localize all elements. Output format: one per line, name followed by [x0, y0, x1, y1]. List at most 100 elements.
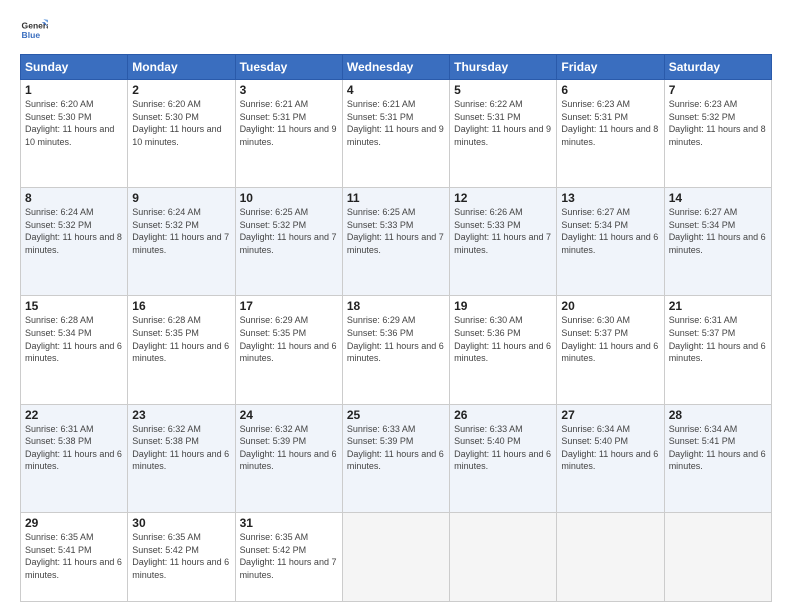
calendar-cell: 28 Sunrise: 6:34 AMSunset: 5:41 PMDaylig… [664, 404, 771, 512]
day-info: Sunrise: 6:30 AMSunset: 5:36 PMDaylight:… [454, 315, 551, 363]
calendar-cell: 6 Sunrise: 6:23 AMSunset: 5:31 PMDayligh… [557, 80, 664, 188]
calendar-week-row: 1 Sunrise: 6:20 AMSunset: 5:30 PMDayligh… [21, 80, 772, 188]
calendar-week-row: 15 Sunrise: 6:28 AMSunset: 5:34 PMDaylig… [21, 296, 772, 404]
calendar-header-row: SundayMondayTuesdayWednesdayThursdayFrid… [21, 55, 772, 80]
day-info: Sunrise: 6:33 AMSunset: 5:40 PMDaylight:… [454, 424, 551, 472]
day-number: 17 [240, 299, 338, 313]
day-number: 10 [240, 191, 338, 205]
day-info: Sunrise: 6:35 AMSunset: 5:42 PMDaylight:… [240, 532, 337, 580]
day-info: Sunrise: 6:26 AMSunset: 5:33 PMDaylight:… [454, 207, 551, 255]
calendar-cell: 24 Sunrise: 6:32 AMSunset: 5:39 PMDaylig… [235, 404, 342, 512]
day-info: Sunrise: 6:27 AMSunset: 5:34 PMDaylight:… [669, 207, 766, 255]
day-info: Sunrise: 6:25 AMSunset: 5:33 PMDaylight:… [347, 207, 444, 255]
calendar-header-sunday: Sunday [21, 55, 128, 80]
calendar-cell: 26 Sunrise: 6:33 AMSunset: 5:40 PMDaylig… [450, 404, 557, 512]
day-number: 1 [25, 83, 123, 97]
day-number: 30 [132, 516, 230, 530]
day-number: 8 [25, 191, 123, 205]
calendar-cell: 3 Sunrise: 6:21 AMSunset: 5:31 PMDayligh… [235, 80, 342, 188]
calendar-cell [557, 512, 664, 601]
day-info: Sunrise: 6:32 AMSunset: 5:38 PMDaylight:… [132, 424, 229, 472]
day-number: 28 [669, 408, 767, 422]
day-number: 15 [25, 299, 123, 313]
calendar-cell: 9 Sunrise: 6:24 AMSunset: 5:32 PMDayligh… [128, 188, 235, 296]
calendar-cell: 8 Sunrise: 6:24 AMSunset: 5:32 PMDayligh… [21, 188, 128, 296]
calendar-cell: 25 Sunrise: 6:33 AMSunset: 5:39 PMDaylig… [342, 404, 449, 512]
calendar-cell: 18 Sunrise: 6:29 AMSunset: 5:36 PMDaylig… [342, 296, 449, 404]
day-info: Sunrise: 6:25 AMSunset: 5:32 PMDaylight:… [240, 207, 337, 255]
calendar-cell: 20 Sunrise: 6:30 AMSunset: 5:37 PMDaylig… [557, 296, 664, 404]
calendar-cell: 27 Sunrise: 6:34 AMSunset: 5:40 PMDaylig… [557, 404, 664, 512]
page: General Blue SundayMondayTuesdayWednesda… [0, 0, 792, 612]
calendar-cell: 23 Sunrise: 6:32 AMSunset: 5:38 PMDaylig… [128, 404, 235, 512]
day-info: Sunrise: 6:30 AMSunset: 5:37 PMDaylight:… [561, 315, 658, 363]
calendar-header-monday: Monday [128, 55, 235, 80]
day-info: Sunrise: 6:35 AMSunset: 5:42 PMDaylight:… [132, 532, 229, 580]
day-number: 6 [561, 83, 659, 97]
svg-text:Blue: Blue [22, 30, 41, 40]
calendar-header-tuesday: Tuesday [235, 55, 342, 80]
day-info: Sunrise: 6:24 AMSunset: 5:32 PMDaylight:… [132, 207, 229, 255]
calendar-cell: 10 Sunrise: 6:25 AMSunset: 5:32 PMDaylig… [235, 188, 342, 296]
calendar-cell: 2 Sunrise: 6:20 AMSunset: 5:30 PMDayligh… [128, 80, 235, 188]
day-info: Sunrise: 6:35 AMSunset: 5:41 PMDaylight:… [25, 532, 122, 580]
calendar-header-friday: Friday [557, 55, 664, 80]
day-info: Sunrise: 6:29 AMSunset: 5:35 PMDaylight:… [240, 315, 337, 363]
day-number: 26 [454, 408, 552, 422]
day-info: Sunrise: 6:21 AMSunset: 5:31 PMDaylight:… [347, 99, 444, 147]
day-number: 5 [454, 83, 552, 97]
day-number: 12 [454, 191, 552, 205]
generalblue-logo-icon: General Blue [20, 16, 48, 44]
day-info: Sunrise: 6:29 AMSunset: 5:36 PMDaylight:… [347, 315, 444, 363]
day-info: Sunrise: 6:31 AMSunset: 5:38 PMDaylight:… [25, 424, 122, 472]
calendar-cell: 16 Sunrise: 6:28 AMSunset: 5:35 PMDaylig… [128, 296, 235, 404]
day-number: 9 [132, 191, 230, 205]
calendar-cell: 30 Sunrise: 6:35 AMSunset: 5:42 PMDaylig… [128, 512, 235, 601]
calendar-cell: 5 Sunrise: 6:22 AMSunset: 5:31 PMDayligh… [450, 80, 557, 188]
logo: General Blue [20, 16, 48, 44]
day-info: Sunrise: 6:28 AMSunset: 5:35 PMDaylight:… [132, 315, 229, 363]
calendar-cell: 19 Sunrise: 6:30 AMSunset: 5:36 PMDaylig… [450, 296, 557, 404]
day-number: 25 [347, 408, 445, 422]
day-number: 11 [347, 191, 445, 205]
day-number: 31 [240, 516, 338, 530]
day-info: Sunrise: 6:34 AMSunset: 5:40 PMDaylight:… [561, 424, 658, 472]
day-number: 7 [669, 83, 767, 97]
day-number: 19 [454, 299, 552, 313]
calendar-week-row: 29 Sunrise: 6:35 AMSunset: 5:41 PMDaylig… [21, 512, 772, 601]
day-info: Sunrise: 6:22 AMSunset: 5:31 PMDaylight:… [454, 99, 551, 147]
calendar-cell: 4 Sunrise: 6:21 AMSunset: 5:31 PMDayligh… [342, 80, 449, 188]
calendar-header-wednesday: Wednesday [342, 55, 449, 80]
day-number: 29 [25, 516, 123, 530]
calendar-week-row: 22 Sunrise: 6:31 AMSunset: 5:38 PMDaylig… [21, 404, 772, 512]
calendar-cell: 22 Sunrise: 6:31 AMSunset: 5:38 PMDaylig… [21, 404, 128, 512]
day-number: 16 [132, 299, 230, 313]
day-info: Sunrise: 6:28 AMSunset: 5:34 PMDaylight:… [25, 315, 122, 363]
day-info: Sunrise: 6:20 AMSunset: 5:30 PMDaylight:… [25, 99, 114, 147]
calendar-cell: 17 Sunrise: 6:29 AMSunset: 5:35 PMDaylig… [235, 296, 342, 404]
day-number: 22 [25, 408, 123, 422]
calendar-cell: 11 Sunrise: 6:25 AMSunset: 5:33 PMDaylig… [342, 188, 449, 296]
calendar-cell: 29 Sunrise: 6:35 AMSunset: 5:41 PMDaylig… [21, 512, 128, 601]
day-info: Sunrise: 6:23 AMSunset: 5:32 PMDaylight:… [669, 99, 766, 147]
day-number: 23 [132, 408, 230, 422]
calendar-cell: 15 Sunrise: 6:28 AMSunset: 5:34 PMDaylig… [21, 296, 128, 404]
header: General Blue [20, 16, 772, 44]
day-info: Sunrise: 6:33 AMSunset: 5:39 PMDaylight:… [347, 424, 444, 472]
day-info: Sunrise: 6:34 AMSunset: 5:41 PMDaylight:… [669, 424, 766, 472]
calendar-cell: 7 Sunrise: 6:23 AMSunset: 5:32 PMDayligh… [664, 80, 771, 188]
calendar-cell [342, 512, 449, 601]
svg-text:General: General [22, 20, 48, 30]
calendar-cell: 21 Sunrise: 6:31 AMSunset: 5:37 PMDaylig… [664, 296, 771, 404]
day-info: Sunrise: 6:24 AMSunset: 5:32 PMDaylight:… [25, 207, 122, 255]
day-number: 4 [347, 83, 445, 97]
calendar-cell: 14 Sunrise: 6:27 AMSunset: 5:34 PMDaylig… [664, 188, 771, 296]
day-info: Sunrise: 6:31 AMSunset: 5:37 PMDaylight:… [669, 315, 766, 363]
calendar-cell: 1 Sunrise: 6:20 AMSunset: 5:30 PMDayligh… [21, 80, 128, 188]
day-number: 3 [240, 83, 338, 97]
day-info: Sunrise: 6:20 AMSunset: 5:30 PMDaylight:… [132, 99, 221, 147]
day-number: 18 [347, 299, 445, 313]
calendar-week-row: 8 Sunrise: 6:24 AMSunset: 5:32 PMDayligh… [21, 188, 772, 296]
calendar-cell: 31 Sunrise: 6:35 AMSunset: 5:42 PMDaylig… [235, 512, 342, 601]
calendar-header-saturday: Saturday [664, 55, 771, 80]
